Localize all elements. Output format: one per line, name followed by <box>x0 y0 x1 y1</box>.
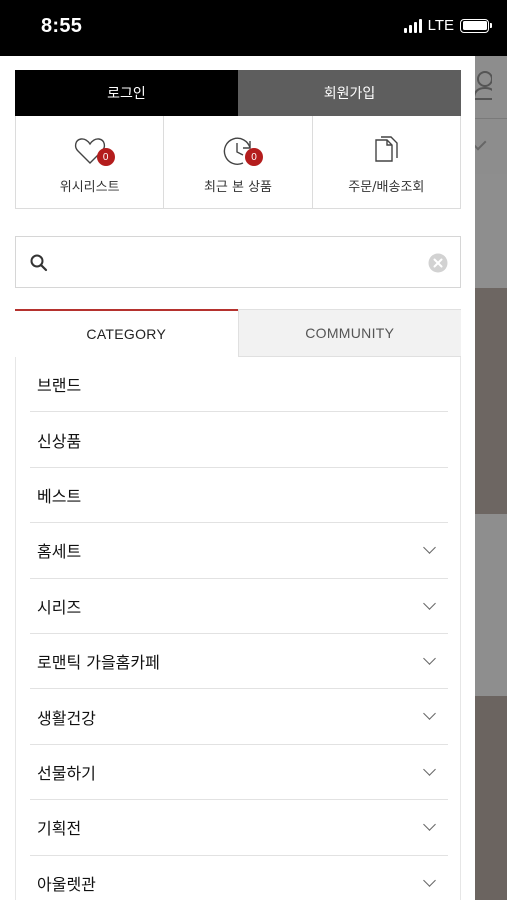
category-label: 아울렛관 <box>37 874 96 894</box>
background-image <box>470 696 507 900</box>
auth-bar: 로그인 회원가입 <box>15 70 461 116</box>
order-tracking-link[interactable]: 주문/배송조회 <box>313 116 460 208</box>
clock-icon: 0 <box>221 134 263 168</box>
tab-category[interactable]: CATEGORY <box>15 309 238 357</box>
category-label: 베스트 <box>37 486 82 506</box>
status-indicators: LTE <box>403 17 492 34</box>
category-item-new[interactable]: 신상품 <box>30 412 448 468</box>
clear-icon[interactable] <box>428 253 448 273</box>
category-label: 브랜드 <box>37 376 82 396</box>
recent-viewed-label: 최근 본 상품 <box>203 180 273 195</box>
category-label: 로맨틱 가을홈카페 <box>37 653 160 673</box>
search-icon[interactable] <box>29 253 49 273</box>
chevron-down-icon[interactable] <box>423 873 436 887</box>
signal-icon <box>403 18 422 33</box>
side-drawer: 로그인 회원가입 0 위시리스트 0 최근 본 상품 주문/배송조회 CATEG… <box>0 56 475 900</box>
wishlist-count-badge: 0 <box>96 148 115 166</box>
category-item-outlet[interactable]: 아울렛관 <box>30 856 448 900</box>
tab-community[interactable]: COMMUNITY <box>237 309 461 357</box>
chevron-down-icon[interactable] <box>423 818 436 831</box>
network-label: LTE <box>427 17 454 34</box>
category-item-series[interactable]: 시리즈 <box>30 579 448 634</box>
join-button[interactable]: 회원가입 <box>238 70 461 116</box>
chevron-down-icon[interactable] <box>423 541 436 555</box>
chevron-down-icon[interactable] <box>423 762 436 776</box>
screen: 8:55 LTE 로그인 회원가입 0 위시리스트 0 최근 본 상품 주문/배… <box>0 0 507 900</box>
user-icon[interactable] <box>472 70 492 100</box>
recent-count-badge: 0 <box>244 148 263 166</box>
battery-icon <box>460 18 492 33</box>
chevron-down-icon[interactable] <box>423 707 436 721</box>
category-item-gift[interactable]: 선물하기 <box>30 745 448 801</box>
category-item-best[interactable]: 베스트 <box>30 468 448 524</box>
wishlist-label: 위시리스트 <box>59 180 120 195</box>
category-item-health[interactable]: 생활건강 <box>30 689 448 745</box>
category-item-home-set[interactable]: 홈세트 <box>30 523 448 579</box>
menu-tabs: CATEGORY COMMUNITY <box>15 309 461 357</box>
category-label: 신상품 <box>37 431 82 451</box>
category-label: 홈세트 <box>37 542 82 562</box>
quick-links: 0 위시리스트 0 최근 본 상품 주문/배송조회 <box>15 116 461 209</box>
category-label: 기획전 <box>37 819 82 839</box>
search-box <box>15 236 461 288</box>
background-image <box>470 288 507 514</box>
chevron-down-icon[interactable] <box>423 652 436 665</box>
heart-icon: 0 <box>73 134 115 168</box>
order-tracking-label: 주문/배송조회 <box>348 180 425 195</box>
search-input[interactable] <box>60 247 420 279</box>
status-time: 8:55 <box>41 15 83 37</box>
category-panel: 브랜드 신상품 베스트 홈세트 시리즈 로맨틱 가을홈카페 생활건강 선물하기 … <box>15 357 461 900</box>
category-label: 생활건강 <box>37 708 96 728</box>
chevron-down-icon[interactable] <box>423 596 436 610</box>
status-bar: 8:55 LTE <box>0 0 507 56</box>
documents-icon <box>369 134 403 168</box>
category-label: 선물하기 <box>37 763 96 783</box>
category-label: 시리즈 <box>37 597 82 617</box>
category-item-home-cafe[interactable]: 로맨틱 가을홈카페 <box>30 634 448 690</box>
category-item-brand[interactable]: 브랜드 <box>30 357 448 413</box>
login-button[interactable]: 로그인 <box>15 70 238 116</box>
recent-viewed-link[interactable]: 0 최근 본 상품 <box>164 116 313 208</box>
category-list: 브랜드 신상품 베스트 홈세트 시리즈 로맨틱 가을홈카페 생활건강 선물하기 … <box>30 357 448 900</box>
category-item-exhibition[interactable]: 기획전 <box>30 800 448 856</box>
wishlist-link[interactable]: 0 위시리스트 <box>16 116 165 208</box>
